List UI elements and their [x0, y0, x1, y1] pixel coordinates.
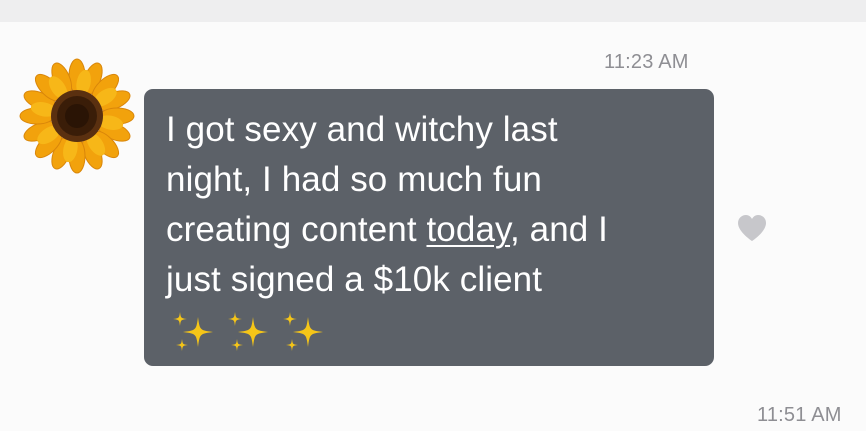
message-timestamp: 11:51 AM	[757, 404, 842, 426]
heart-icon[interactable]	[736, 213, 768, 243]
sunflower-icon	[19, 58, 135, 174]
avatar[interactable]	[19, 58, 135, 174]
message-line: creating content today, and I	[166, 205, 690, 255]
message-bubble[interactable]: I got sexy and witchy last night, I had …	[144, 89, 714, 366]
message-line: night, I had so much fun	[166, 160, 542, 199]
message-line: I got sexy and witchy last	[166, 110, 558, 149]
sparkles-emoji	[166, 308, 690, 356]
message-line: just signed a $10k client	[166, 260, 543, 299]
date-link[interactable]: today	[426, 210, 510, 249]
message-text: , and I	[510, 210, 609, 249]
message-text: creating content	[166, 210, 427, 249]
top-strip	[0, 0, 866, 22]
message-timestamp: 11:23 AM	[604, 51, 689, 73]
